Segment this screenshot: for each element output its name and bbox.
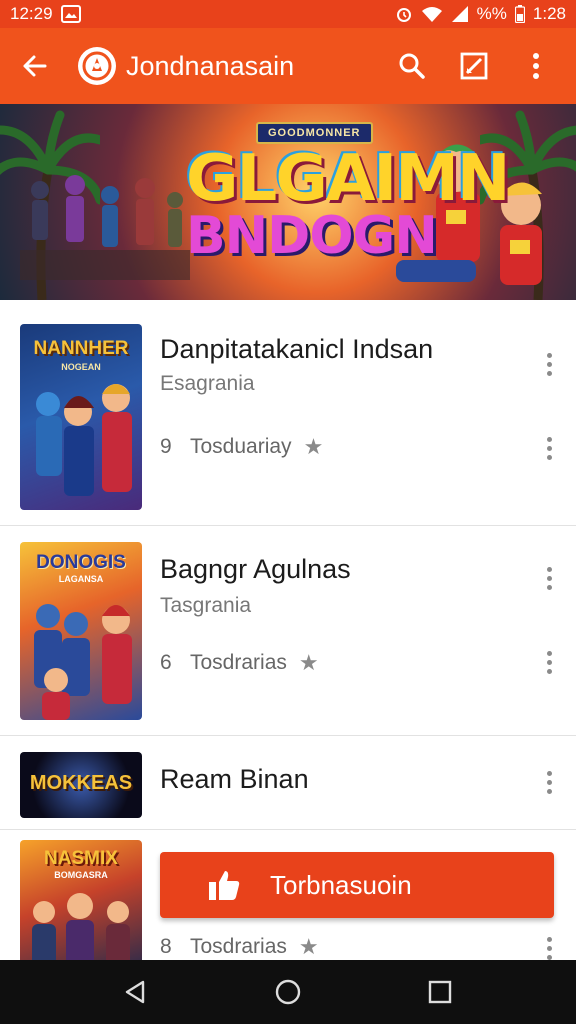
screen: 12:29 %% 1:28 Jondnanasain GOODMONNER GL… [0,0,576,1024]
game-subtitle: Esagrania [160,372,255,395]
cover-subtitle: LAGANSA [58,574,104,584]
cover-subtitle: NOGEAN [61,362,101,372]
item-more-button[interactable] [536,558,562,598]
rating-label: Tosdrarias [190,935,287,958]
search-button[interactable] [390,44,434,88]
game-subtitle: Tasgrania [160,594,252,617]
more-options-button[interactable] [514,44,558,88]
edit-button[interactable] [452,44,496,88]
alarm-icon [395,5,413,23]
game-rating: 9 Tosduariay ★ [160,434,323,460]
nav-home-button[interactable] [263,967,313,1017]
game-cover-image: NANNHER NOGEAN [20,324,142,510]
more-vertical-icon [533,53,539,79]
cover-title: DONOGIS [36,552,126,573]
back-arrow-icon [23,55,47,77]
status-time-left: 12:29 [10,4,53,23]
nav-back-button[interactable] [111,967,161,1017]
cover-title: MOKKEAS [29,772,133,794]
cover-title: NANNHER [33,338,129,359]
game-list: NANNHER NOGEAN Danpitatakanicl Indsan Es… [0,300,576,960]
game-rating: 6 Tosdrarias ★ [160,650,319,676]
banner-title-line1: GLGAIMN [186,142,510,216]
featured-banner[interactable]: GOODMONNER GLGAIMN BNDOGN [0,104,576,300]
gallery-notification-icon [60,5,81,23]
game-rating: 8 Tosdrarias ★ [160,934,319,960]
app-logo-icon [78,47,116,85]
characters-illustration [20,175,190,280]
thumbs-up-icon [206,867,242,903]
star-icon: ★ [298,650,319,675]
star-icon: ★ [298,934,319,959]
game-cover-image: DONOGIS LAGANSA [20,542,142,720]
star-icon: ★ [303,434,324,459]
rating-label: Tosdrarias [190,651,287,674]
search-icon [399,53,425,79]
nav-recents-icon [428,980,452,1004]
cover-subtitle: BOMGASRA [54,870,108,880]
battery-percent-text: %% [476,4,507,23]
back-button[interactable] [12,44,56,88]
game-cover-image: NASMIX BOMGASRA [20,840,142,960]
rating-number: 9 [160,435,172,458]
app-title: Jondnanasain [126,50,295,81]
item-more-button[interactable] [536,762,562,802]
list-item[interactable]: DONOGIS LAGANSA Bagngr Agulnas Tasgrania… [0,526,576,736]
game-cover-image: MOKKEAS [20,752,142,818]
nav-home-icon [275,979,301,1005]
game-title: Ream Binan [160,764,309,794]
recommend-button[interactable]: Torbnasuoin [160,852,554,918]
item-more-button[interactable] [536,344,562,384]
game-title: Danpitatakanicl Indsan [160,334,434,364]
rating-number: 6 [160,651,172,674]
nav-back-icon [125,980,145,1004]
system-navigation-bar [0,960,576,1024]
app-bar: Jondnanasain [0,28,576,104]
cover-title: NASMIX [44,848,118,869]
status-bar: 12:29 %% 1:28 [0,0,576,28]
game-title: Bagngr Agulnas [160,554,351,584]
edit-icon [460,52,488,80]
banner-title-line2: BNDOGN [186,206,438,266]
recommend-button-label: Torbnasuoin [270,869,412,900]
list-item[interactable]: NANNHER NOGEAN Danpitatakanicl Indsan Es… [0,300,576,526]
status-time-right: 1:28 [532,4,566,23]
list-item[interactable]: MOKKEAS Ream Binan [0,736,576,830]
item-more-button[interactable] [536,428,562,468]
item-more-button[interactable] [536,642,562,682]
banner-badge: GOODMONNER [256,122,373,144]
rating-label: Tosduariay [190,435,292,458]
wifi-icon [421,5,443,23]
rating-number: 8 [160,935,172,958]
item-more-button[interactable] [536,928,562,960]
signal-icon [451,5,469,23]
nav-recents-button[interactable] [415,967,465,1017]
battery-icon [514,5,525,23]
